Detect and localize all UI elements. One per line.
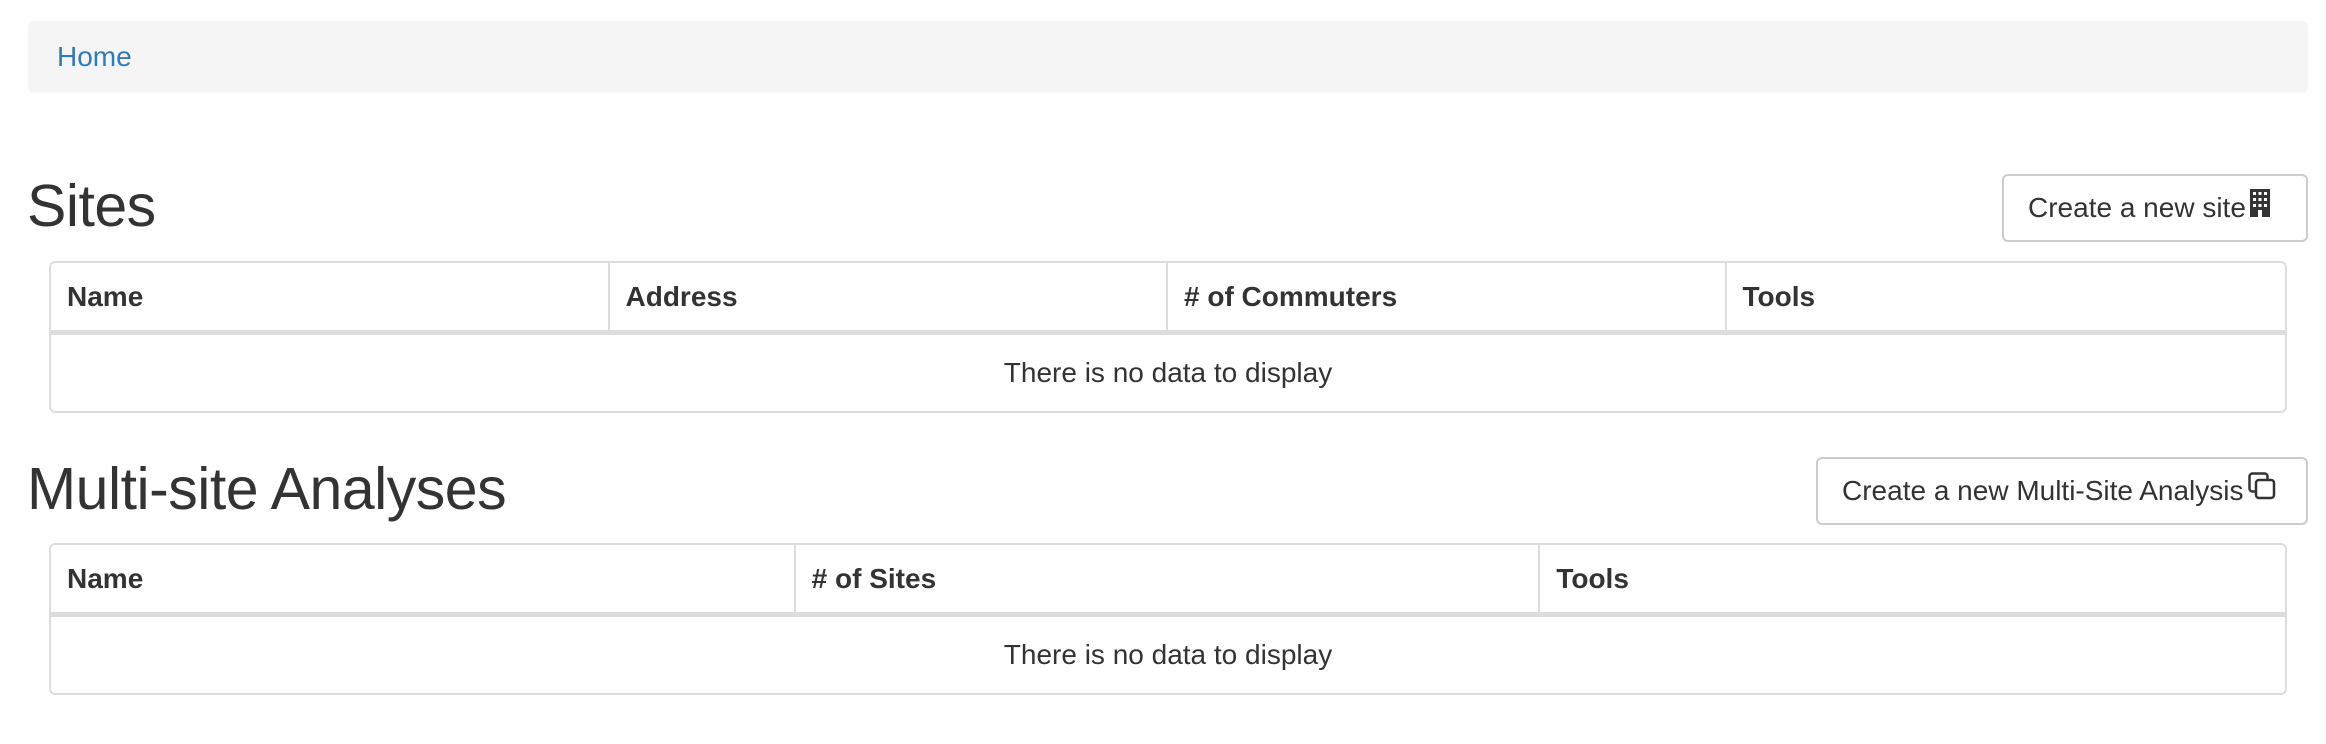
sites-table-header-row: Name Address # of Commuters Tools (51, 263, 2285, 335)
sites-empty-row: There is no data to display (51, 335, 2285, 411)
analyses-empty-row: There is no data to display (51, 617, 2285, 693)
analyses-empty-message: There is no data to display (1003, 639, 1333, 670)
sites-col-tools: Tools (1726, 263, 2285, 335)
create-site-button[interactable]: Create a new site (2002, 174, 2308, 242)
sites-col-address[interactable]: Address (609, 263, 1168, 335)
analyses-col-name[interactable]: Name (51, 545, 796, 617)
analyses-col-sites[interactable]: # of Sites (795, 545, 1541, 617)
create-analysis-label: Create a new Multi-Site Analysis (1842, 475, 2244, 506)
breadcrumb: Home (28, 21, 2308, 93)
copy-icon (2247, 459, 2276, 523)
sites-empty-message: There is no data to display (1003, 357, 1333, 388)
analyses-col-tools: Tools (1540, 545, 2285, 617)
building-icon (2249, 176, 2270, 240)
create-analysis-button[interactable]: Create a new Multi-Site Analysis (1816, 457, 2308, 525)
sites-col-name[interactable]: Name (51, 263, 610, 335)
sites-col-commuters[interactable]: # of Commuters (1168, 263, 1727, 335)
sites-table: Name Address # of Commuters Tools There … (49, 261, 2287, 413)
analyses-title: Multi-site Analyses (27, 456, 507, 522)
analyses-table-header-row: Name # of Sites Tools (51, 545, 2285, 617)
breadcrumb-home-link[interactable]: Home (57, 41, 132, 73)
analyses-table: Name # of Sites Tools There is no data t… (49, 543, 2287, 695)
create-site-label: Create a new site (2028, 192, 2246, 223)
sites-title: Sites (27, 173, 156, 239)
